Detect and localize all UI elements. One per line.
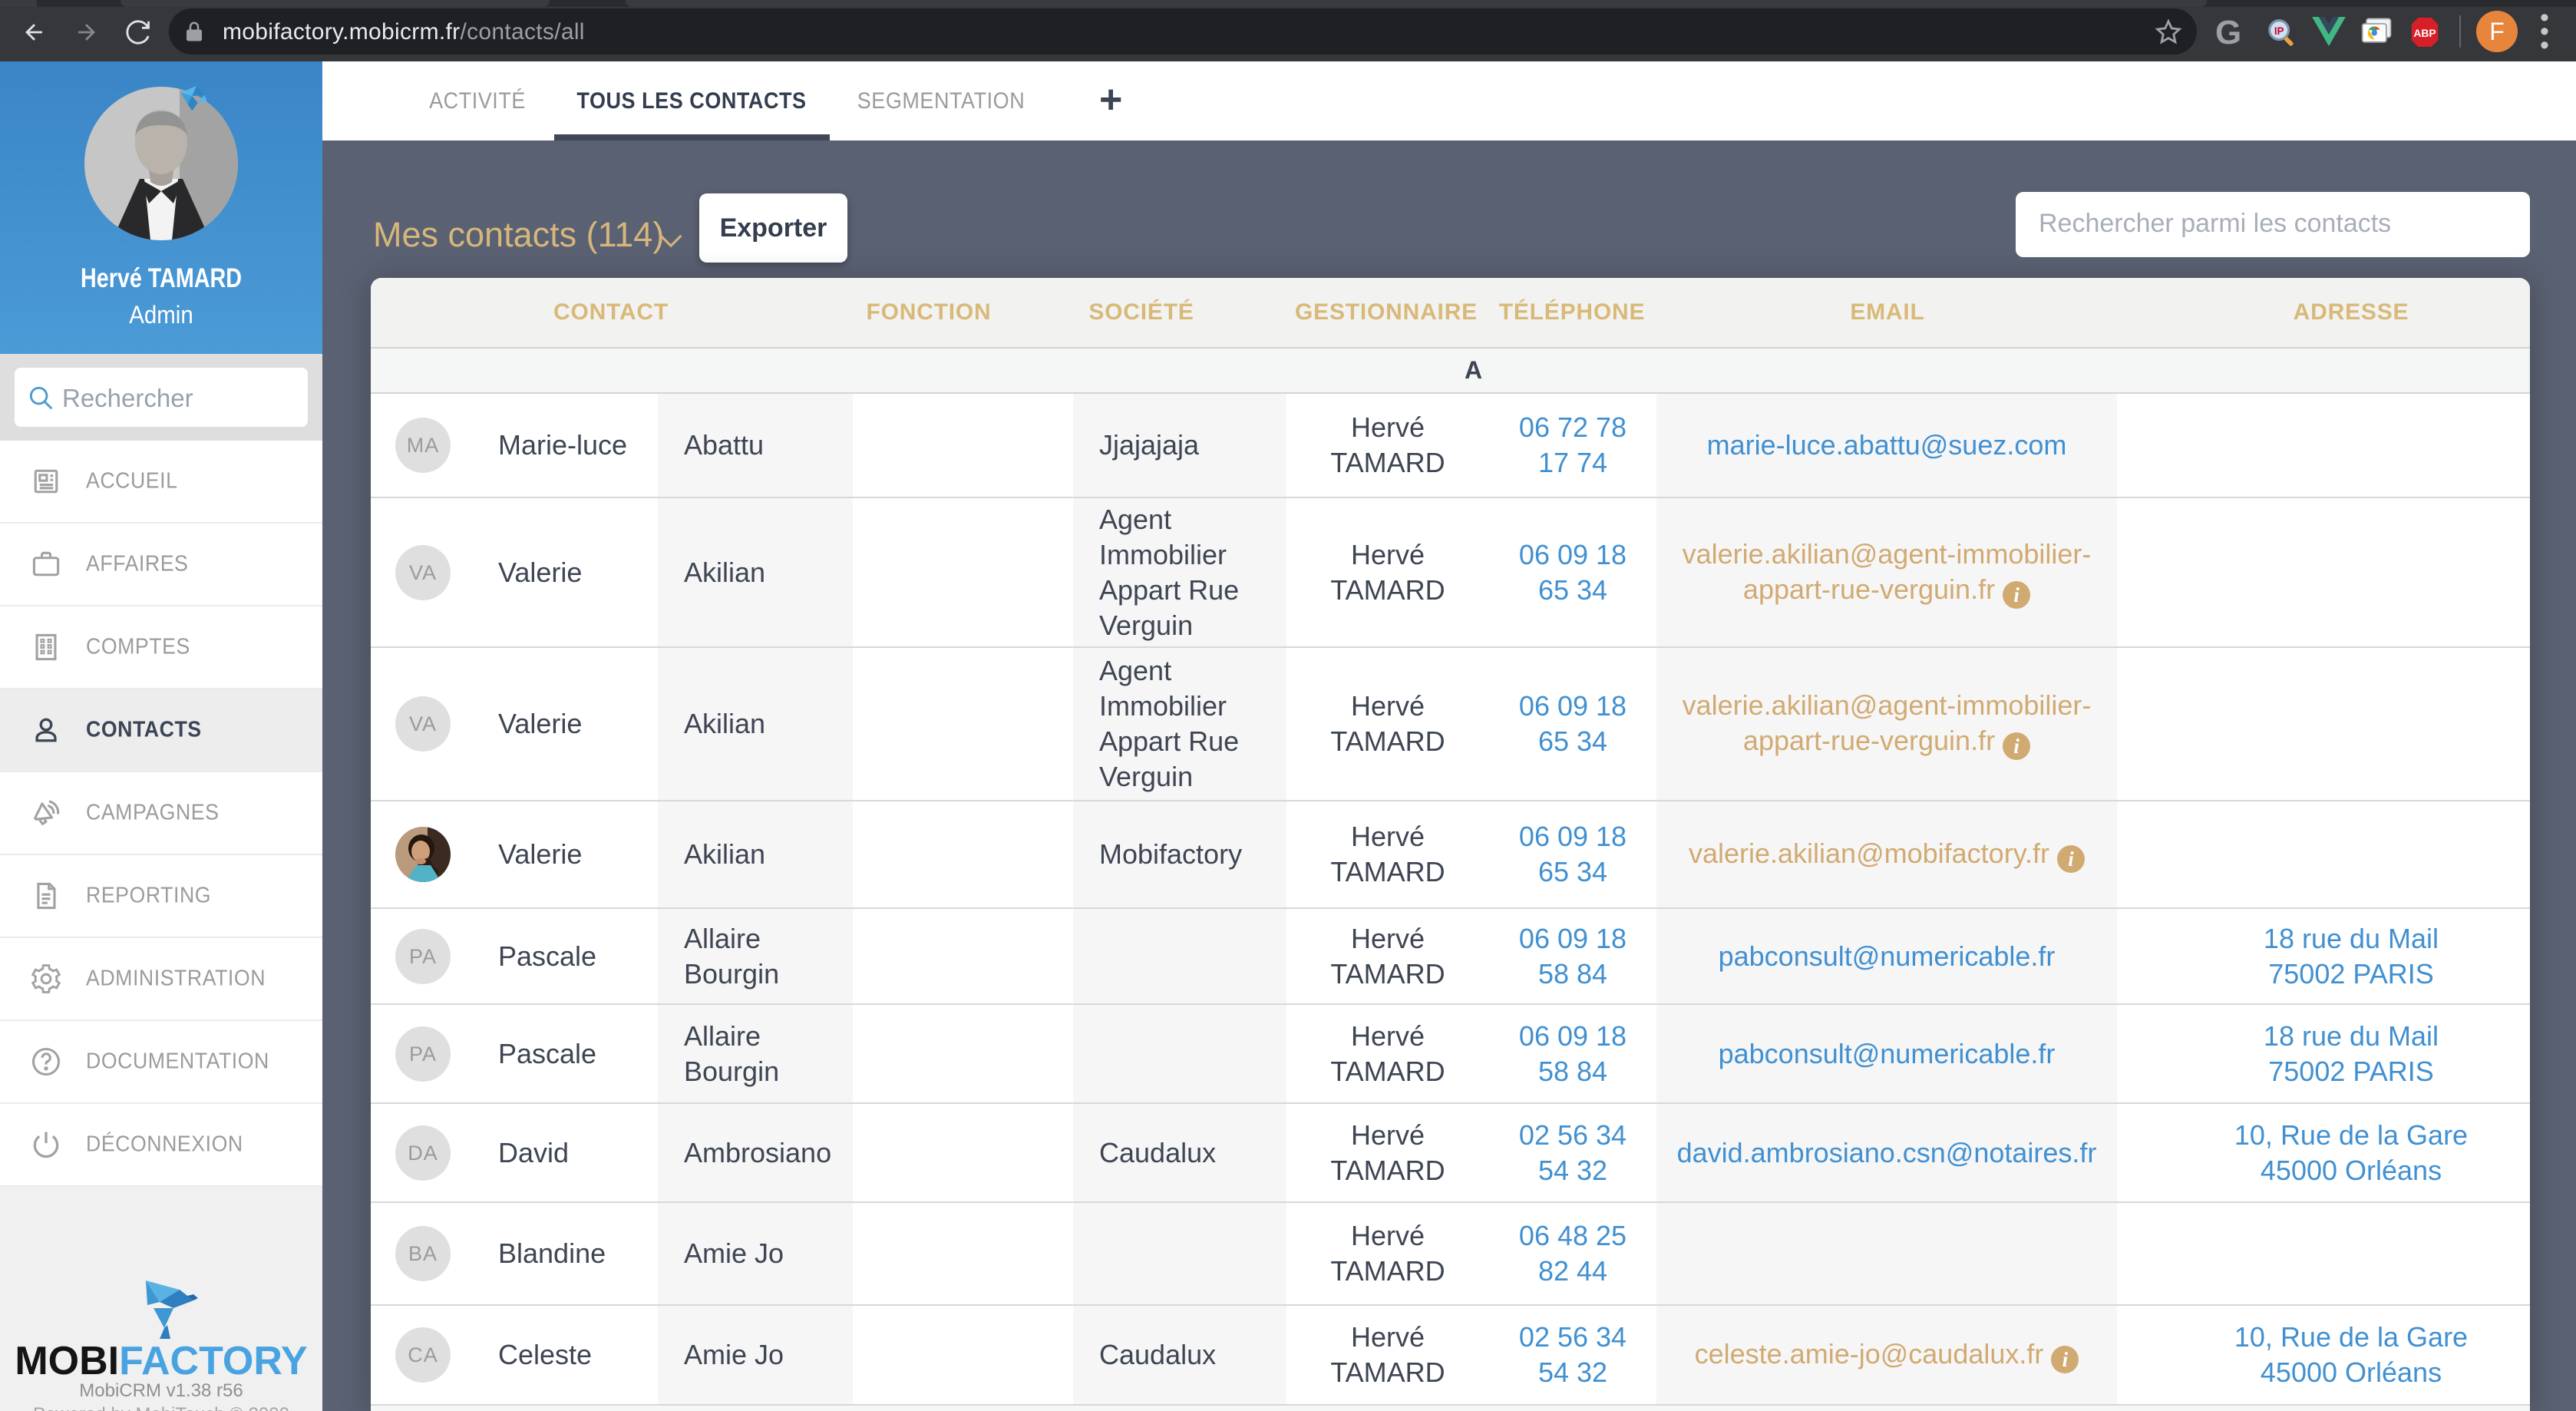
svg-text:IP: IP bbox=[2274, 25, 2284, 37]
svg-text:ABP: ABP bbox=[2413, 27, 2436, 39]
